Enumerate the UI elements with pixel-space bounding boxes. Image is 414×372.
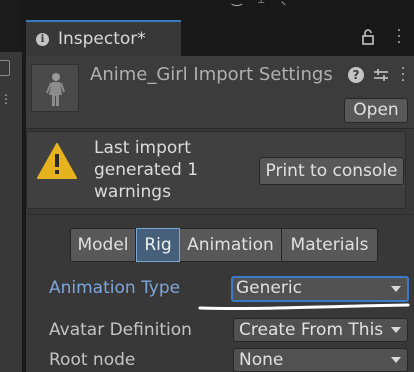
animation-type-label: Animation Type (49, 278, 181, 298)
lock-icon[interactable] (360, 28, 376, 46)
tab-inspector-label: Inspector* (58, 29, 146, 49)
info-icon: i (36, 32, 49, 46)
warning-message: Last import generated 1 warnings (94, 138, 199, 202)
tab-model[interactable]: Model (70, 228, 136, 262)
window-menu-icon[interactable]: · · · (394, 24, 404, 50)
adjacent-panel-tabbar (0, 0, 22, 52)
adjacent-panel-menu-icon[interactable]: ⋮ (0, 92, 12, 106)
chevron-down-icon (391, 357, 401, 363)
asset-title: Anime_Girl Import Settings (90, 64, 333, 85)
help-icon[interactable]: ? (348, 67, 364, 83)
root-node-label: Root node (49, 350, 136, 370)
chevron-down-icon (391, 327, 401, 333)
annotation-underline (198, 303, 410, 311)
tab-animation[interactable]: Animation (180, 228, 282, 262)
section-divider (26, 214, 414, 215)
chevron-down-icon (391, 286, 401, 292)
open-button[interactable]: Open (344, 98, 408, 123)
avatar-definition-label: Avatar Definition (49, 320, 192, 340)
warning-icon (37, 143, 77, 179)
tab-rig[interactable]: Rig (136, 228, 180, 262)
animation-type-value: Generic (236, 278, 302, 298)
model-thumbnail-icon (31, 64, 79, 112)
toolbar-overflow-icon: ⁐ ⌶ ⸜ (232, 0, 342, 6)
presets-icon[interactable] (372, 67, 390, 83)
avatar-definition-dropdown[interactable]: Create From This (233, 318, 408, 342)
print-to-console-button[interactable]: Print to console (259, 157, 404, 185)
tab-materials[interactable]: Materials (282, 228, 378, 262)
adjacent-panel (0, 0, 22, 372)
root-node-dropdown[interactable]: None (233, 348, 408, 372)
root-node-value: None (239, 350, 284, 370)
avatar-definition-value: Create From This (239, 320, 384, 340)
adjacent-panel-icon[interactable] (0, 60, 10, 76)
component-menu-icon[interactable]: · · · (398, 62, 408, 88)
tab-inspector[interactable]: i Inspector* (26, 20, 181, 56)
import-tabs: Model Rig Animation Materials (70, 228, 378, 262)
animation-type-dropdown[interactable]: Generic (231, 276, 409, 302)
